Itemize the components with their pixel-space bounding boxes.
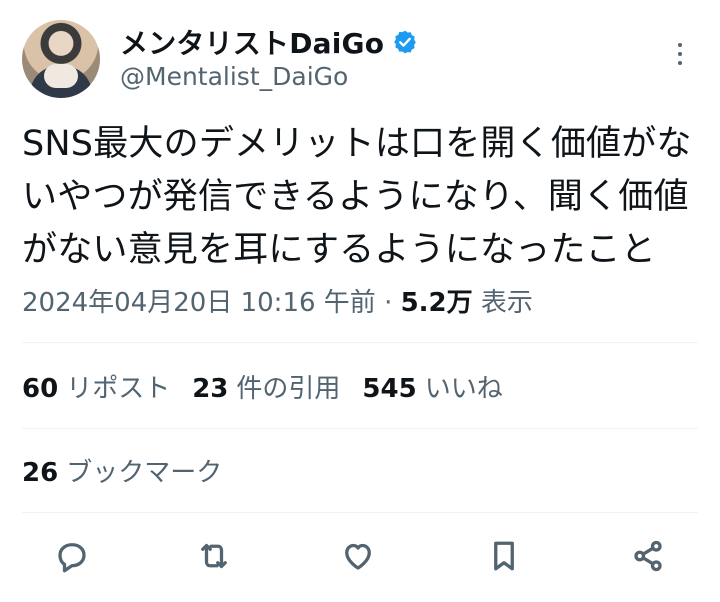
quotes-stat[interactable]: 23 件の引用 [192,368,340,405]
engagement-stats: 60 リポスト 23 件の引用 545 いいね [22,368,503,405]
tweet-text-line: SNS最大のデメリットは口を開く価値がな [22,124,692,164]
avatar-cat [44,64,78,88]
views-label: 表示 [480,288,533,318]
more-options-icon[interactable] [668,38,692,70]
tweet-header: メンタリストDaiGo @Mentalist_DaiGo [22,20,698,102]
tweet-text: SNS最大のデメリットは口を開く価値がな いやつが発信できるようになり、聞く価値が… [22,118,702,277]
divider [22,512,698,513]
tweet-meta: 2024年04月20日 10:16 午前 · 5.2万 表示 [22,282,533,319]
likes-count: 545 [362,374,417,404]
avatar[interactable] [22,20,100,98]
tweet-text-line: いやつが発信できるようになり、聞く価値 [22,177,689,217]
like-button[interactable] [334,532,382,580]
bookmarks-label: ブックマーク [66,458,223,488]
divider [22,428,698,429]
views-count: 5.2万 [400,288,473,318]
name-row: メンタリストDaiGo [120,22,418,62]
bookmarks-count: 26 [22,458,59,488]
action-bar [38,532,678,582]
share-button[interactable] [624,532,672,580]
bookmarks-stat[interactable]: 26 ブックマーク [22,452,222,489]
like-icon [345,543,371,570]
verified-badge-icon [394,30,416,54]
repost-icon [201,543,227,569]
quotes-label: 件の引用 [236,374,341,404]
reply-icon [58,543,86,573]
divider [22,342,698,343]
likes-label: いいね [424,374,503,404]
share-icon [634,540,662,572]
tweet-text-line: がない意見を耳にするようになったこと [22,230,656,270]
reposts-count: 60 [22,374,59,404]
timestamp[interactable]: 2024年04月20日 10:16 午前 [22,288,376,318]
reply-button[interactable] [48,532,96,580]
meta-separator: · [384,288,393,318]
likes-stat[interactable]: 545 いいね [362,368,502,405]
bookmark-icon [494,541,514,571]
quotes-count: 23 [192,374,229,404]
repost-button[interactable] [190,532,238,580]
reposts-label: リポスト [66,374,171,404]
display-name[interactable]: メンタリストDaiGo [120,22,384,62]
bookmark-button[interactable] [480,532,528,580]
user-handle[interactable]: @Mentalist_DaiGo [120,62,348,91]
reposts-stat[interactable]: 60 リポスト [22,368,170,405]
